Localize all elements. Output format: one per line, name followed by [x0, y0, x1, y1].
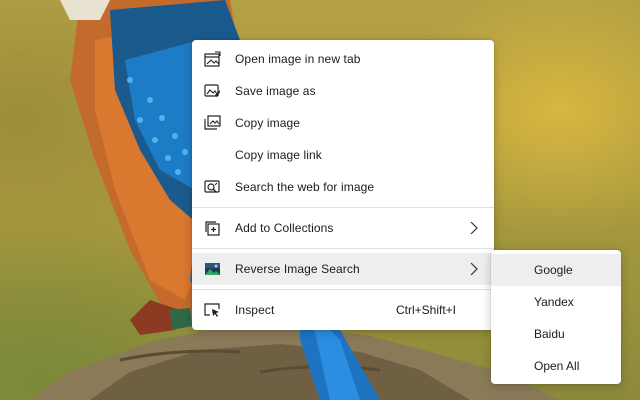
save-image-icon — [204, 83, 221, 99]
context-menu: Open image in new tab Save image as Copy… — [192, 40, 494, 330]
menu-item-copy-image-link[interactable]: Copy image link — [192, 139, 494, 171]
menu-item-label: Search the web for image — [235, 180, 375, 194]
collections-icon — [204, 220, 221, 236]
submenu-item-label: Open All — [534, 359, 580, 373]
copy-image-icon — [204, 115, 221, 131]
chevron-right-icon — [470, 221, 478, 235]
submenu-item-label: Google — [534, 263, 573, 277]
menu-item-label: Save image as — [235, 84, 316, 98]
inspect-shortcut: Ctrl+Shift+I — [395, 303, 456, 317]
menu-item-open-image-new-tab[interactable]: Open image in new tab — [192, 43, 494, 75]
menu-separator — [192, 207, 494, 208]
menu-item-inspect[interactable]: Inspect Ctrl+Shift+I — [192, 294, 494, 326]
menu-separator — [192, 289, 494, 290]
menu-item-label: Copy image — [235, 116, 301, 130]
open-image-new-tab-icon — [204, 51, 221, 67]
reverse-image-search-submenu: Google Yandex Baidu Open All — [491, 250, 621, 384]
submenu-item-yandex[interactable]: Yandex — [491, 286, 621, 318]
menu-item-reverse-image-search[interactable]: Reverse Image Search — [192, 253, 494, 285]
menu-item-label: Add to Collections — [235, 221, 334, 235]
submenu-item-label: Yandex — [534, 295, 574, 309]
submenu-item-label: Baidu — [534, 327, 565, 341]
menu-item-label: Copy image link — [235, 148, 322, 162]
submenu-item-open-all[interactable]: Open All — [491, 350, 621, 382]
menu-item-add-to-collections[interactable]: Add to Collections — [192, 212, 494, 244]
visual-search-icon — [204, 179, 221, 195]
menu-item-label: Reverse Image Search — [235, 262, 360, 276]
submenu-item-google[interactable]: Google — [491, 254, 621, 286]
inspect-icon — [204, 302, 221, 318]
menu-item-label: Open image in new tab — [235, 52, 361, 66]
chevron-right-icon — [470, 262, 478, 276]
menu-item-label: Inspect — [235, 303, 275, 317]
menu-separator — [192, 248, 494, 249]
submenu-item-baidu[interactable]: Baidu — [491, 318, 621, 350]
menu-item-copy-image[interactable]: Copy image — [192, 107, 494, 139]
menu-item-save-image-as[interactable]: Save image as — [192, 75, 494, 107]
menu-item-search-web-for-image[interactable]: Search the web for image — [192, 171, 494, 203]
reverse-image-search-extension-icon — [204, 261, 221, 277]
